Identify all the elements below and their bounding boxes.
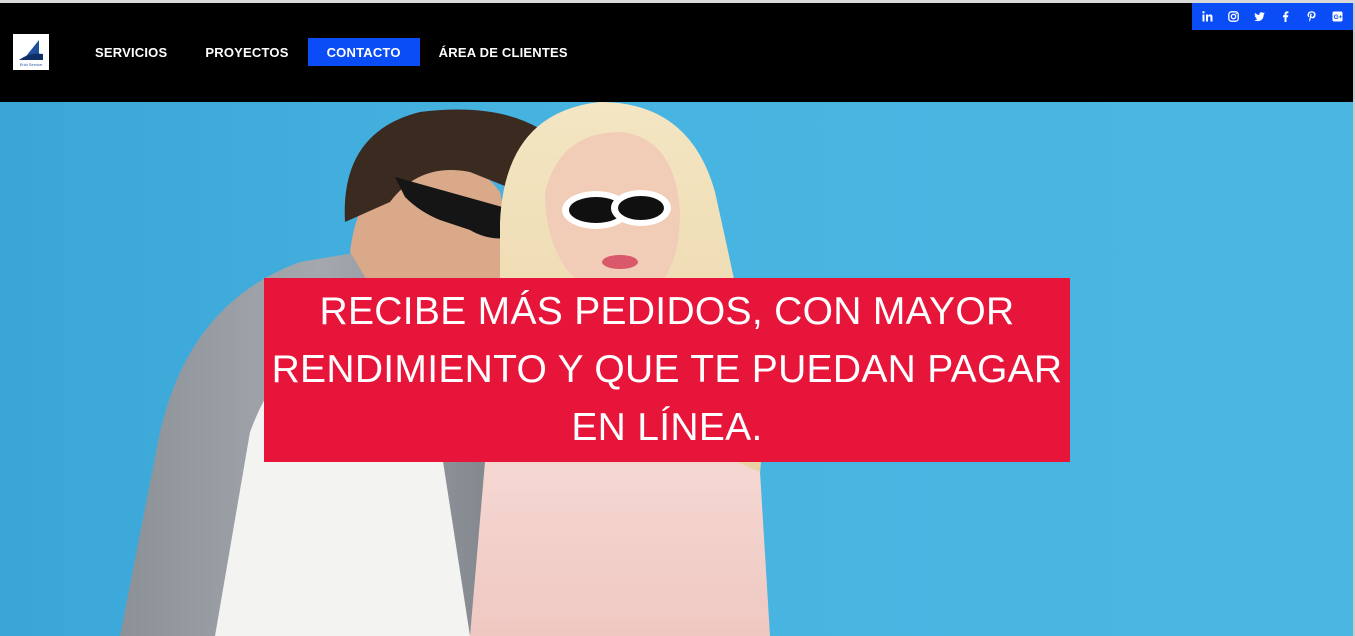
- instagram-icon[interactable]: [1223, 7, 1243, 27]
- logo-text: Enid Service: [19, 62, 43, 67]
- twitter-icon[interactable]: [1249, 7, 1269, 27]
- social-links-bar: G+: [1192, 3, 1353, 30]
- svg-text:G+: G+: [1334, 14, 1343, 21]
- woman-lips-shape: [602, 255, 638, 269]
- hero-headline: RECIBE MÁS PEDIDOS, CON MAYOR RENDIMIENT…: [271, 290, 1063, 449]
- woman-dress-shape: [470, 442, 770, 636]
- nav-item-proyectos[interactable]: PROYECTOS: [186, 38, 307, 66]
- nav-item-servicios[interactable]: SERVICIOS: [76, 38, 186, 66]
- main-nav: SERVICIOS PROYECTOS CONTACTO ÁREA DE CLI…: [76, 38, 587, 66]
- brand-logo[interactable]: Enid Service: [13, 34, 49, 70]
- page: Enid Service SERVICIOS PROYECTOS CONTACT…: [0, 0, 1355, 636]
- linkedin-icon[interactable]: [1197, 7, 1217, 27]
- woman-lens-right-shape: [618, 196, 664, 220]
- facebook-icon[interactable]: [1276, 7, 1296, 27]
- nav-item-area-de-clientes[interactable]: ÁREA DE CLIENTES: [420, 38, 587, 66]
- nav-item-contacto[interactable]: CONTACTO: [307, 38, 420, 66]
- headline-box: RECIBE MÁS PEDIDOS, CON MAYOR RENDIMIENT…: [264, 278, 1070, 462]
- google-plus-icon[interactable]: G+: [1328, 7, 1348, 27]
- pinterest-icon[interactable]: [1302, 7, 1322, 27]
